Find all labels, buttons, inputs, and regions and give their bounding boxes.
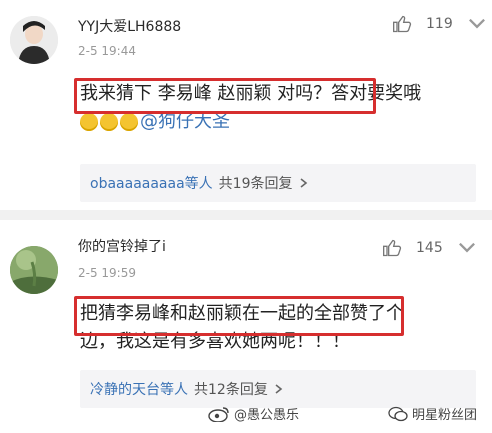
weibo-logo-icon [208,406,229,422]
mention-link[interactable]: @狗仔大圣 [140,111,230,132]
like-control[interactable]: 145 [382,238,477,258]
comment-text-line-2: 边，我这是有多喜欢她两呢！！！ [80,331,350,352]
like-count: 119 [426,16,453,32]
chevron-down-icon[interactable] [457,238,477,258]
chevron-down-icon[interactable] [467,14,487,34]
comment-text: 把猜李易峰和赵丽颖在一起的全部赞了个 边，我这是有多喜欢她两呢！！！ [80,300,404,356]
thinking-emoji-icon [80,113,98,131]
wechat-logo-icon [388,406,408,421]
weibo-watermark-text: @愚公愚乐 [234,408,300,423]
timestamp: 2-5 19:44 [78,44,136,58]
reply-users[interactable]: 冷静的天台等人 [90,379,188,399]
like-control[interactable]: 119 [392,14,487,34]
thinking-emoji-icon [100,113,118,131]
avatar[interactable] [10,246,58,294]
like-count: 145 [416,240,443,256]
weibo-watermark: @愚公愚乐 [208,404,299,423]
comment-text: 我来猜下 李易峰 赵丽颖 对吗？答对要奖哦 @狗仔大圣 [80,80,421,136]
reply-count[interactable]: 共19条回复 [219,173,293,193]
username[interactable]: 你的宫铃掉了i [78,236,166,256]
replies-summary[interactable]: obaaaaaaaaa等人 共19条回复 [80,164,476,202]
avatar-image [10,246,58,294]
chevron-right-icon [275,384,283,394]
wechat-watermark-text: 明星粉丝团 [412,408,478,423]
comment-text-line: 我来猜下 李易峰 赵丽颖 对吗？答对要奖哦 [80,83,422,104]
wechat-watermark: 明星粉丝团 [388,404,477,423]
reply-users[interactable]: obaaaaaaaaa等人 [90,173,213,193]
divider [0,210,492,220]
replies-summary[interactable]: 冷静的天台等人 共12条回复 [80,370,476,408]
thumbs-up-icon [383,239,402,257]
thumbs-up-icon [393,15,412,33]
thinking-emoji-icon [120,113,138,131]
comment-item-1: YYJ大爱LH6888 2-5 19:44 119 我来猜下 李易峰 赵丽颖 对… [0,0,492,210]
avatar-image [10,16,58,64]
comment-item-2: 你的宫铃掉了i 2-5 19:59 145 把猜李易峰和赵丽颖在一起的全部赞了个… [0,220,492,433]
reply-count[interactable]: 共12条回复 [194,379,268,399]
comment-text-line-2: @狗仔大圣 [80,108,421,136]
comment-text-line: 把猜李易峰和赵丽颖在一起的全部赞了个 [80,303,404,324]
avatar[interactable] [10,16,58,64]
chevron-right-icon [300,178,307,188]
username[interactable]: YYJ大爱LH6888 [78,16,181,36]
timestamp: 2-5 19:59 [78,266,136,280]
